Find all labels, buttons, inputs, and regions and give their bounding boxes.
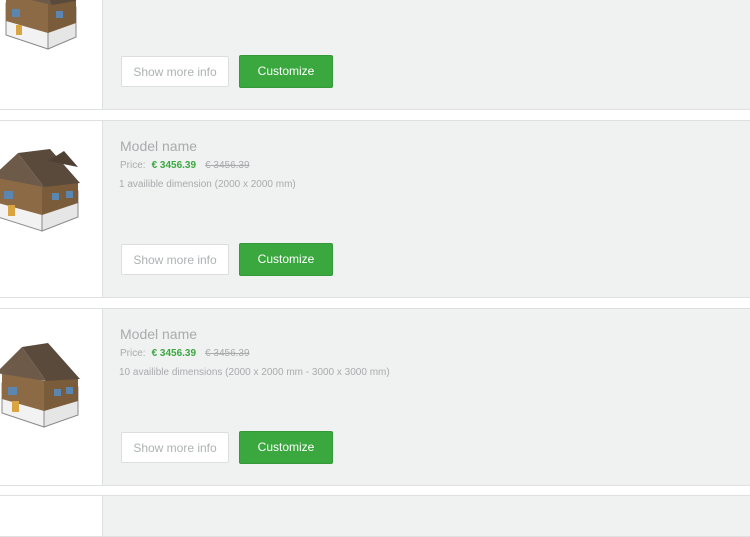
product-thumbnail[interactable]: [0, 121, 103, 297]
product-thumbnail[interactable]: [0, 496, 103, 536]
product-card: Model name Price: € 3456.39 € 3456.39 10 a…: [0, 308, 750, 486]
customize-button[interactable]: Customize: [239, 243, 333, 276]
product-info-panel: [103, 496, 750, 536]
house-image: [5, 0, 77, 50]
customize-button[interactable]: Customize: [239, 431, 333, 464]
dimensions-info: 10 availible dimensions (2000 x 2000 mm …: [119, 367, 390, 378]
model-name[interactable]: Model name: [120, 138, 197, 154]
product-thumbnail[interactable]: [0, 309, 103, 485]
house-image: [0, 149, 80, 232]
product-info-panel: Model name Price: € 3456.39 € 3456.39 10 a…: [103, 309, 750, 485]
product-card: Model name Price: € 3456.39 € 3456.39 1 av…: [0, 120, 750, 298]
product-info-panel: Show more info Customize: [103, 0, 750, 109]
price-label: Price:: [120, 160, 146, 171]
product-thumbnail[interactable]: [0, 0, 103, 109]
dimensions-info: 1 availible dimension (2000 x 2000 mm): [119, 179, 296, 190]
price-old: € 3456.39: [205, 160, 250, 171]
price-current: € 3456.39: [151, 348, 197, 359]
product-card: [0, 495, 750, 537]
customize-button[interactable]: Customize: [239, 55, 333, 88]
price-current: € 3456.39: [151, 160, 197, 171]
price-row: Price: € 3456.39 € 3456.39: [120, 160, 250, 171]
product-info-panel: Model name Price: € 3456.39 € 3456.39 1 av…: [103, 121, 750, 297]
show-more-info-button[interactable]: Show more info: [121, 244, 229, 275]
show-more-info-button[interactable]: Show more info: [121, 56, 229, 87]
price-row: Price: € 3456.39 € 3456.39: [120, 348, 250, 359]
price-label: Price:: [120, 348, 146, 359]
product-card: Show more info Customize: [0, 0, 750, 110]
price-old: € 3456.39: [205, 348, 250, 359]
show-more-info-button[interactable]: Show more info: [121, 432, 229, 463]
house-image: [0, 343, 80, 428]
model-name[interactable]: Model name: [120, 326, 197, 342]
